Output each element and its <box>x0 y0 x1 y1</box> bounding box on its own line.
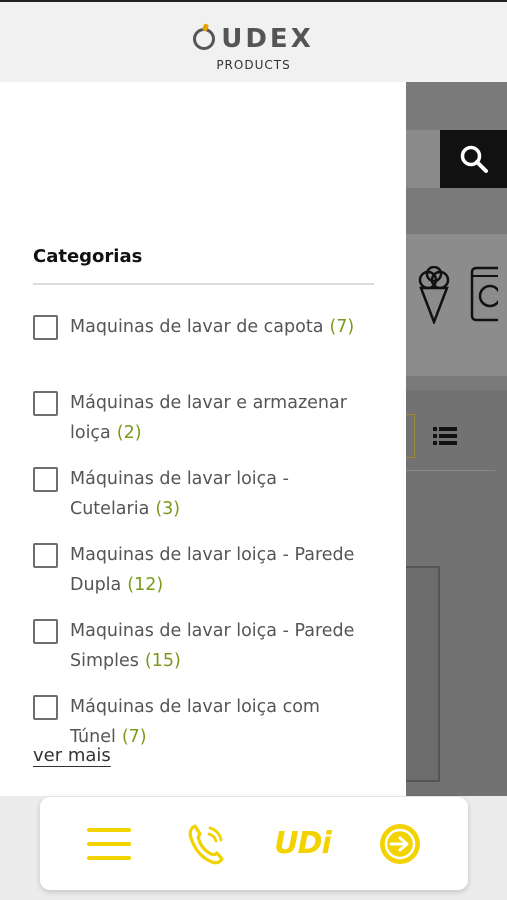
category-label: Máquinas de lavar e armazenar loiça (2) <box>70 393 347 443</box>
menu-button[interactable] <box>79 814 139 874</box>
call-button[interactable] <box>176 814 236 874</box>
category-count: (2) <box>116 423 142 443</box>
category-count: (7) <box>329 317 355 337</box>
category-count: (7) <box>121 727 147 747</box>
category-item[interactable]: Máquinas de lavar e armazenar loiça (2) <box>33 388 378 464</box>
category-label: Maquinas de lavar loiça - Parede Simples… <box>70 621 355 671</box>
category-item[interactable]: Maquinas de lavar de capota (7) <box>33 312 378 388</box>
category-item[interactable]: Máquinas de lavar loiça - Cutelaria (3) <box>33 464 378 540</box>
category-label: Maquinas de lavar loiça - Parede Dupla (1… <box>70 545 355 595</box>
phone-icon <box>188 823 224 864</box>
category-checkbox[interactable] <box>33 315 58 340</box>
category-count: (3) <box>155 499 181 519</box>
category-list: Maquinas de lavar de capota (7) Máquinas … <box>33 312 378 768</box>
category-count: (15) <box>144 651 181 671</box>
udi-button[interactable]: UDi <box>273 814 333 874</box>
ice-cream-icon <box>418 266 450 324</box>
drawer-divider <box>33 283 374 285</box>
category-filter-drawer: Categorias Maquinas de lavar de capota (7… <box>0 82 406 796</box>
category-item[interactable]: Maquinas de lavar loiça - Parede Simples… <box>33 616 378 692</box>
list-view-icon <box>433 427 457 445</box>
category-checkbox[interactable] <box>33 619 58 644</box>
logo-text: UDEX <box>221 24 314 54</box>
search-icon <box>460 145 488 173</box>
bottom-nav-bar: UDi <box>40 797 468 890</box>
product-image <box>400 566 440 782</box>
show-more-link[interactable]: ver mais <box>33 745 111 766</box>
drawer-title: Categorias <box>33 246 143 267</box>
category-checkbox[interactable] <box>33 467 58 492</box>
category-item[interactable]: Maquinas de lavar loiça - Parede Dupla (1… <box>33 540 378 616</box>
category-checkbox[interactable] <box>33 695 58 720</box>
category-label: Máquinas de lavar loiça com Túnel (7) <box>70 697 320 747</box>
category-count: (12) <box>127 575 164 595</box>
washing-machine-icon <box>470 266 498 322</box>
app-header: UDEX PRODUCTS <box>0 0 507 82</box>
login-icon <box>379 823 420 864</box>
menu-icon <box>86 827 131 860</box>
category-checkbox[interactable] <box>33 543 58 568</box>
category-checkbox[interactable] <box>33 391 58 416</box>
udi-logo: UDi <box>274 826 332 861</box>
category-label: Máquinas de lavar loiça - Cutelaria (3) <box>70 469 289 519</box>
search-button <box>440 130 507 188</box>
divider <box>406 470 495 471</box>
logo-subtitle: PRODUCTS <box>216 58 291 72</box>
brand-logo[interactable]: UDEX PRODUCTS <box>0 24 507 72</box>
logo-mark-icon <box>193 28 216 50</box>
category-label: Maquinas de lavar de capota (7) <box>70 317 355 337</box>
login-button[interactable] <box>370 814 430 874</box>
